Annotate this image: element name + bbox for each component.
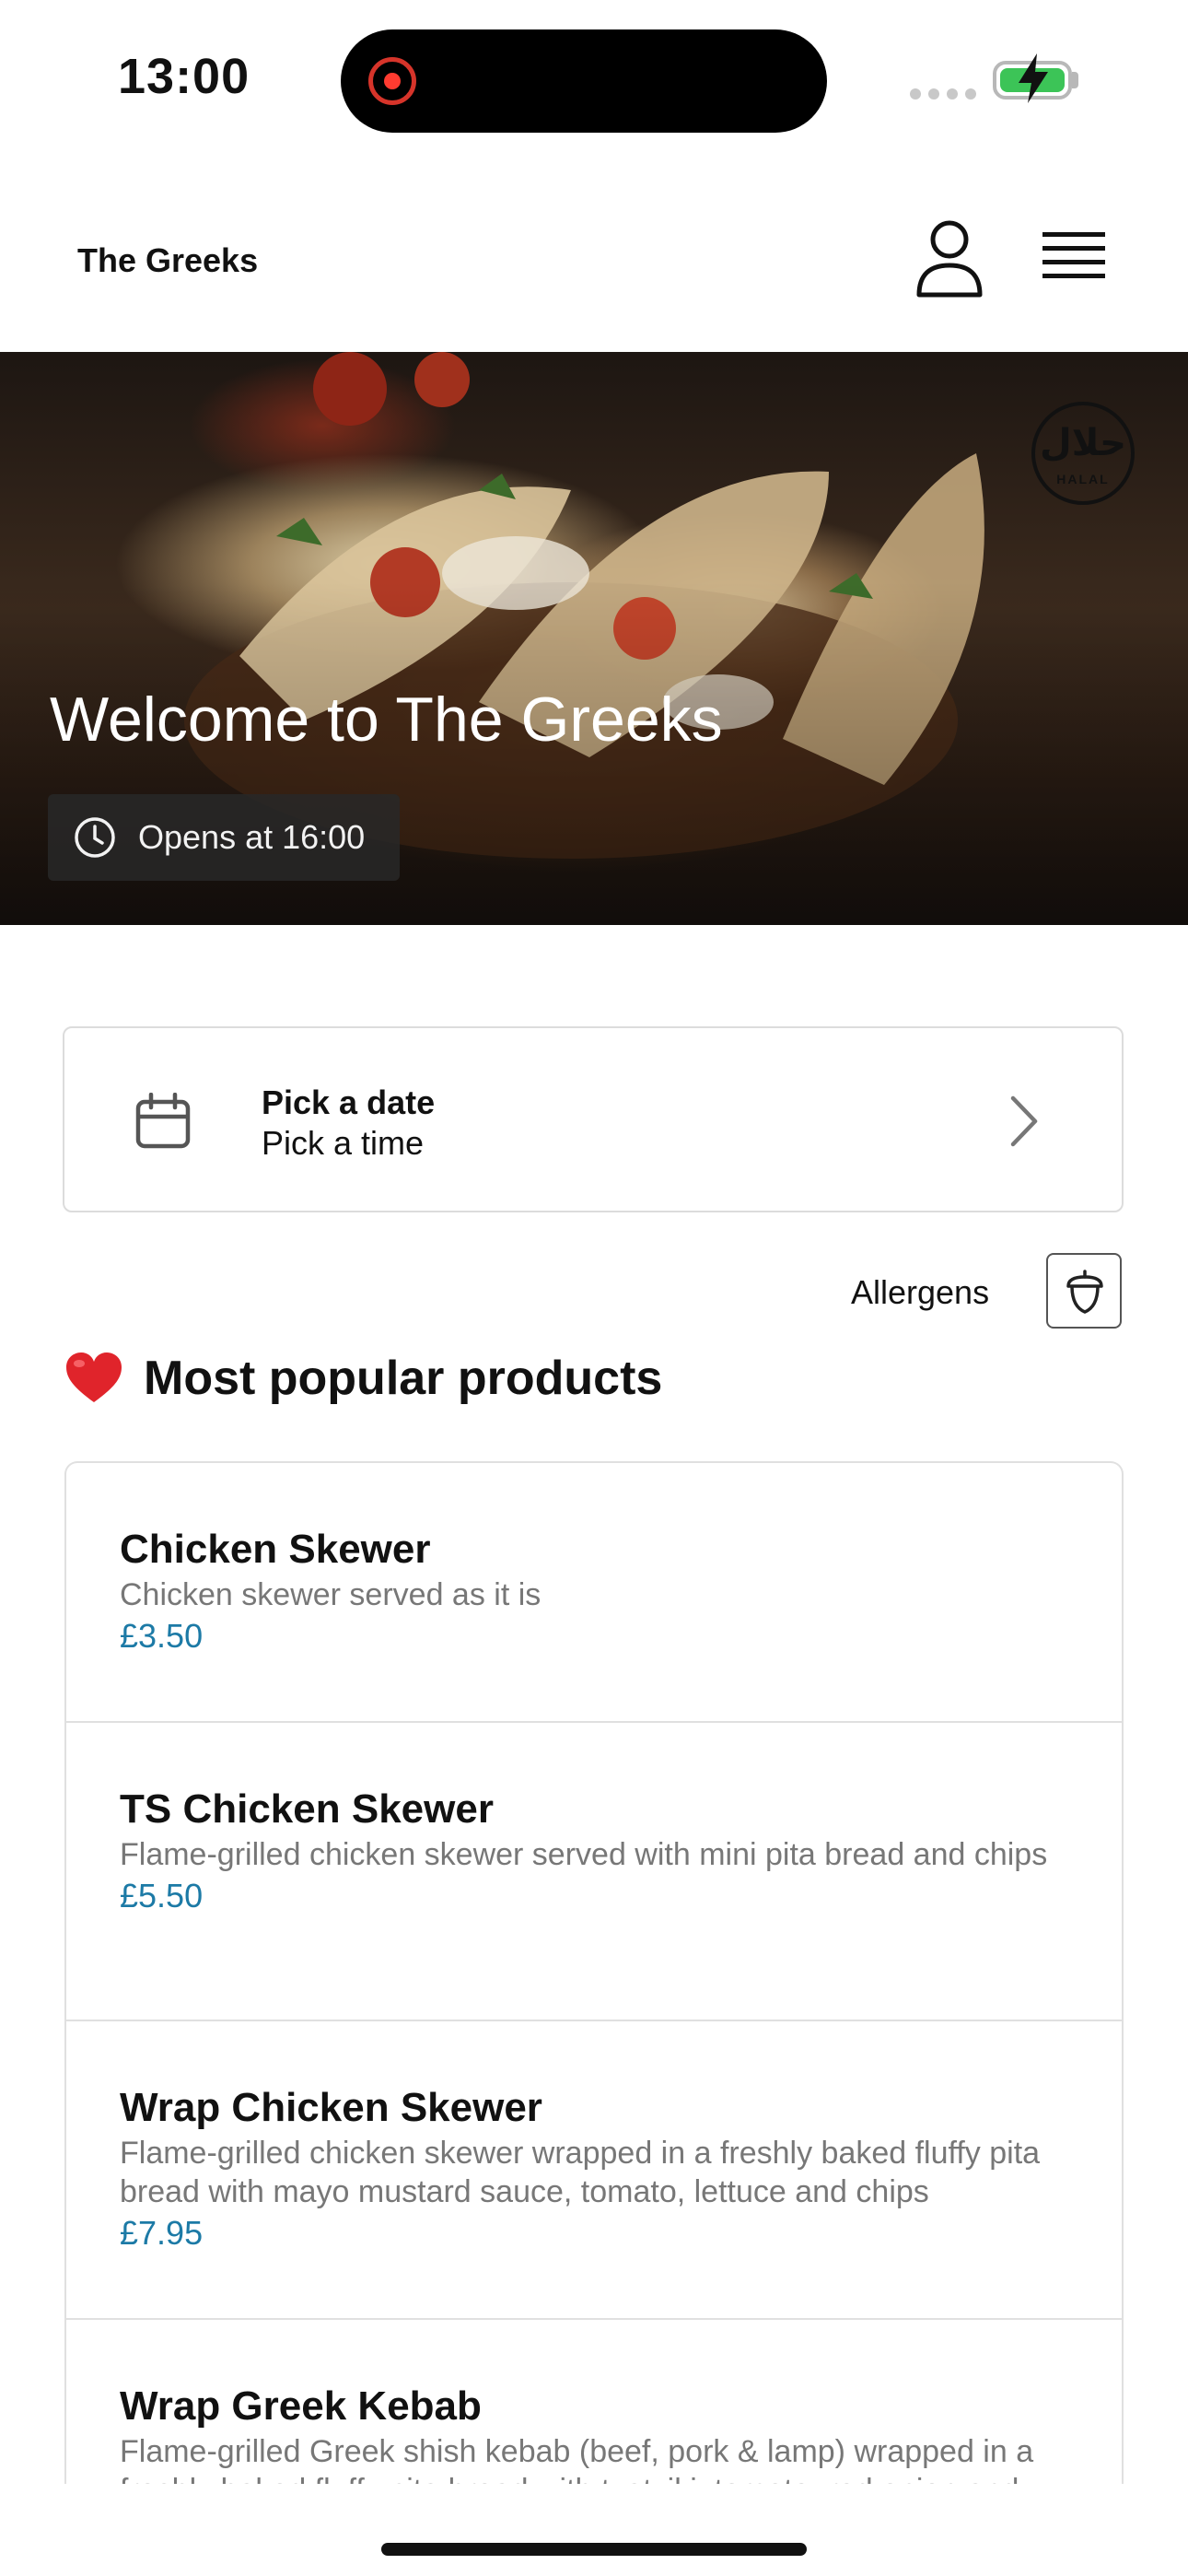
product-card[interactable]: Wrap Chicken Skewer Flame-grilled chicke… xyxy=(66,2021,1122,2320)
product-card[interactable]: Wrap Greek Kebab Flame-grilled Greek shi… xyxy=(66,2320,1122,2484)
product-name: TS Chicken Skewer xyxy=(120,1786,494,1832)
product-price: £5.50 xyxy=(120,1877,204,1914)
home-indicator[interactable] xyxy=(381,2543,807,2556)
hero-title: Welcome to The Greeks xyxy=(50,685,723,755)
popular-products-heading: Most popular products xyxy=(64,1351,662,1406)
product-description: Flame-grilled Greek shish kebab (beef, p… xyxy=(120,2434,1034,2484)
popular-products-title: Most popular products xyxy=(144,1352,663,1405)
product-list: Chicken Skewer Chicken skewer served as … xyxy=(64,1461,1124,2484)
product-name: Wrap Greek Kebab xyxy=(120,2383,482,2429)
product-price: £3.50 xyxy=(120,1617,204,1655)
product-card[interactable]: Chicken Skewer Chicken skewer served as … xyxy=(66,1463,1122,1723)
halal-badge: حلال HALAL xyxy=(1031,402,1135,505)
signal-icon xyxy=(910,88,976,100)
charging-bolt-icon xyxy=(1019,53,1048,103)
product-description: Flame-grilled chicken skewer served with… xyxy=(120,1837,1048,1872)
allergens-button[interactable] xyxy=(1046,1253,1122,1329)
product-description: Flame-grilled chicken skewer wrapped in … xyxy=(120,2136,1041,2209)
hamburger-menu-icon[interactable] xyxy=(1039,225,1109,289)
date-time-picker[interactable]: Pick a date Pick a time xyxy=(63,1026,1124,1212)
product-price: £7.95 xyxy=(120,2214,204,2252)
chevron-right-icon xyxy=(1010,1095,1038,1147)
allergens-label[interactable]: Allergens xyxy=(851,1273,989,1312)
pick-time-label: Pick a time xyxy=(262,1124,425,1162)
opening-hours-text: Opens at 16:00 xyxy=(138,818,366,856)
dynamic-island xyxy=(341,29,827,133)
hero-banner: حلال HALAL Welcome to The Greeks Opens a… xyxy=(0,352,1188,925)
product-card[interactable]: TS Chicken Skewer Flame-grilled chicken … xyxy=(66,1723,1122,2021)
acorn-icon xyxy=(1066,1270,1103,1314)
status-bar: 13:00 xyxy=(0,0,1188,157)
status-time: 13:00 xyxy=(118,49,250,104)
product-name: Chicken Skewer xyxy=(120,1527,431,1572)
opening-hours-badge: Opens at 16:00 xyxy=(48,794,400,881)
brand-title[interactable]: The Greeks xyxy=(77,241,258,280)
heart-icon xyxy=(66,1352,122,1402)
product-name: Wrap Chicken Skewer xyxy=(120,2085,542,2130)
recording-icon xyxy=(368,57,416,105)
clock-icon xyxy=(75,817,115,858)
product-description: Chicken skewer served as it is xyxy=(120,1577,542,1612)
app-header: The Greeks xyxy=(0,175,1188,350)
pick-date-label: Pick a date xyxy=(262,1083,436,1121)
person-icon[interactable] xyxy=(912,217,987,300)
calendar-icon xyxy=(135,1093,191,1149)
